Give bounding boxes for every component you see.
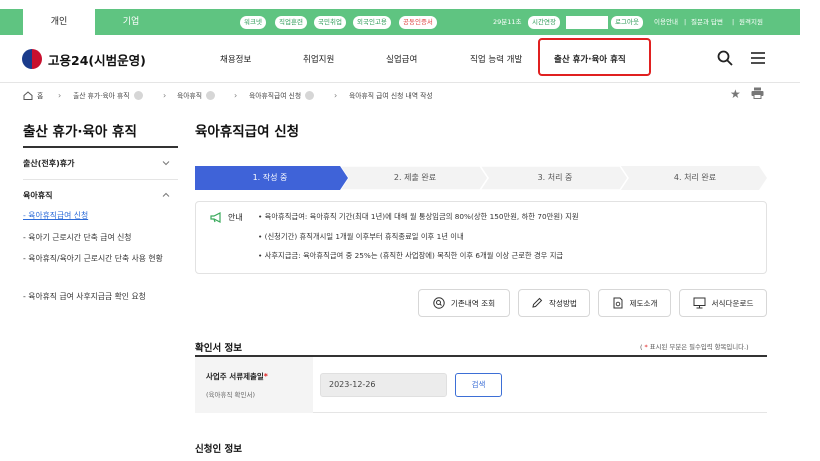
menu-icon[interactable] (750, 50, 766, 66)
history-lookup-label: 기존내역 조회 (450, 298, 496, 308)
how-to-write-label: 작성방법 (549, 298, 577, 308)
breadcrumb-dropdown-icon[interactable] (133, 90, 143, 100)
monitor-download-icon (693, 297, 706, 309)
program-info-button[interactable]: 제도소개 (598, 289, 671, 317)
form-label-text: 사업주 서류제출일 (206, 372, 264, 381)
logo-text: 고용24(시범운영) (48, 52, 146, 68)
chip-certificate[interactable]: 공동인증서 (399, 16, 437, 29)
form-sub-label: (육아휴직 확인서) (206, 391, 255, 399)
how-to-write-button[interactable]: 작성방법 (518, 289, 590, 317)
required-note-text: 표시된 부분은 필수입력 항목입니다.) (647, 343, 749, 351)
form-download-button[interactable]: 서식다운로드 (679, 289, 767, 317)
chip-worknet[interactable]: 워크넷 (240, 16, 266, 29)
chip-training[interactable]: 직업훈련 (275, 16, 307, 29)
sidebar-item-childcare-benefit[interactable]: - 육아휴직급여 신청 (23, 209, 173, 222)
search-icon[interactable] (717, 50, 733, 66)
app: 개인 기업 워크넷 직업훈련 국민취업 외국인고용 공동인증서 29분11초 시… (0, 0, 820, 461)
chevron-down-icon[interactable] (162, 159, 170, 167)
search-button[interactable]: 검색 (455, 373, 502, 397)
sidebar-item-deferred-payment[interactable]: - 육아휴직 급여 사후지급금 확인 요청 (23, 290, 173, 303)
util-remote-link[interactable]: 원격지원 (739, 9, 763, 35)
nav-jobs[interactable]: 채용정보 (220, 53, 251, 65)
util-guide-link[interactable]: 이용안내 (654, 9, 678, 35)
breadcrumb-item[interactable]: 육아휴직 (177, 89, 216, 101)
pencil-icon (532, 297, 543, 308)
sidebar-separator (23, 179, 178, 180)
required-star: * (263, 372, 268, 381)
breadcrumb-dropdown-icon[interactable] (206, 90, 216, 100)
step-1-label: 1. 작성 중 (252, 173, 288, 182)
info-line: • (신청기간) 휴직개시일 1개월 이후부터 휴직종료일 이후 1년 이내 (258, 232, 464, 241)
nav-highlight-box (538, 38, 651, 76)
chevron-right-icon: › (163, 90, 167, 100)
extend-session-button[interactable]: 시간연장 (528, 16, 560, 29)
breadcrumb-item: 홈 (37, 92, 44, 100)
header-divider (0, 82, 800, 83)
chevron-up-icon[interactable] (162, 191, 170, 199)
info-line: • 사후지급금: 육아휴직급여 중 25%는 (휴직한 사업장에) 복직한 이후… (258, 251, 564, 260)
page-title: 육아휴직급여 신청 (195, 124, 300, 140)
breadcrumb-label: 출산 휴가·육아 휴직 (73, 92, 130, 100)
session-timer: 29분11초 (493, 18, 522, 26)
site-logo[interactable]: 고용24(시범운영) (22, 46, 146, 72)
form-label-cell (195, 357, 313, 413)
step-4-label: 4. 처리 완료 (673, 173, 717, 182)
section-title-applicant: 신청인 정보 (195, 444, 243, 455)
sidebar-group-maternity[interactable]: 출산(전후)휴가 (23, 158, 74, 169)
history-lookup-button[interactable]: 기존내역 조회 (418, 289, 510, 317)
required-note: ( * 표시된 부분은 필수입력 항목입니다.) (640, 342, 749, 351)
breadcrumb-home[interactable]: 홈 (23, 89, 43, 101)
star-icon[interactable]: ★ (730, 87, 741, 101)
chevron-right-icon: › (58, 90, 62, 100)
nav-employment-support[interactable]: 취업지원 (303, 53, 334, 65)
section-title-confirmation: 확인서 정보 (195, 343, 243, 354)
chip-employment[interactable]: 국민취업 (314, 16, 346, 29)
logout-button[interactable]: 로그아웃 (611, 16, 643, 29)
nav-training[interactable]: 직업 능력 개발 (470, 53, 522, 65)
form-download-label: 서식다운로드 (711, 298, 754, 308)
breadcrumb-label: 육아휴직 급여 신청 내역 작성 (349, 92, 433, 100)
taegeuk-logo-icon (22, 49, 42, 69)
sidebar-item-usage-status[interactable]: - 육아휴직/육아기 근로시간 단축 사용 현황 (23, 252, 173, 265)
home-icon (23, 90, 33, 100)
chevron-right-icon: › (334, 90, 338, 100)
step-progress: 1. 작성 중 2. 제출 완료 3. 처리 중 4. 처리 완료 (195, 166, 767, 190)
breadcrumb-item[interactable]: 출산 휴가·육아 휴직 (73, 89, 143, 101)
step-2-label: 2. 제출 완료 (393, 173, 437, 182)
breadcrumb-label: 육아휴직급여 신청 (249, 92, 302, 100)
sidebar-group-childcare[interactable]: 육아휴직 (23, 190, 52, 201)
step-3-label: 3. 처리 중 (537, 173, 573, 182)
util-qna-link[interactable]: 질문과 답변 (691, 9, 723, 35)
tab-personal[interactable]: 개인 (23, 9, 95, 35)
sidebar-item-reduced-hours[interactable]: - 육아기 근로시간 단축 급여 신청 (23, 231, 173, 244)
sidebar-title: 출산 휴가·육아 휴직 (23, 124, 137, 140)
breadcrumb-item[interactable]: 육아휴직급여 신청 (249, 89, 315, 101)
breadcrumb-dropdown-icon[interactable] (305, 90, 315, 100)
util-separator: | (732, 18, 735, 26)
chevron-right-icon: › (234, 90, 238, 100)
top-utility-bar: 개인 기업 워크넷 직업훈련 국민취업 외국인고용 공동인증서 29분11초 시… (0, 9, 800, 35)
chip-foreign[interactable]: 외국인고용 (353, 16, 391, 29)
megaphone-icon (210, 212, 221, 223)
tab-business[interactable]: 기업 (95, 9, 167, 35)
program-info-label: 제도소개 (629, 298, 658, 308)
user-name-field (566, 16, 608, 29)
document-search-icon (613, 297, 623, 309)
form-label: 사업주 서류제출일* (206, 371, 268, 382)
submission-date-field[interactable]: 2023-12-26 (320, 373, 447, 397)
info-line: • 육아휴직급여: 육아휴직 기간(최대 1년)에 대해 월 통상임금의 80%… (258, 212, 579, 221)
util-separator: | (684, 18, 687, 26)
sidebar-divider (23, 146, 178, 148)
breadcrumb-label: 육아휴직 (177, 92, 203, 100)
breadcrumb-current: 육아휴직 급여 신청 내역 작성 (349, 89, 433, 101)
search-circle-icon (433, 297, 445, 309)
print-icon[interactable] (751, 87, 764, 99)
info-label: 안내 (228, 213, 243, 222)
nav-unemployment[interactable]: 실업급여 (386, 53, 417, 65)
